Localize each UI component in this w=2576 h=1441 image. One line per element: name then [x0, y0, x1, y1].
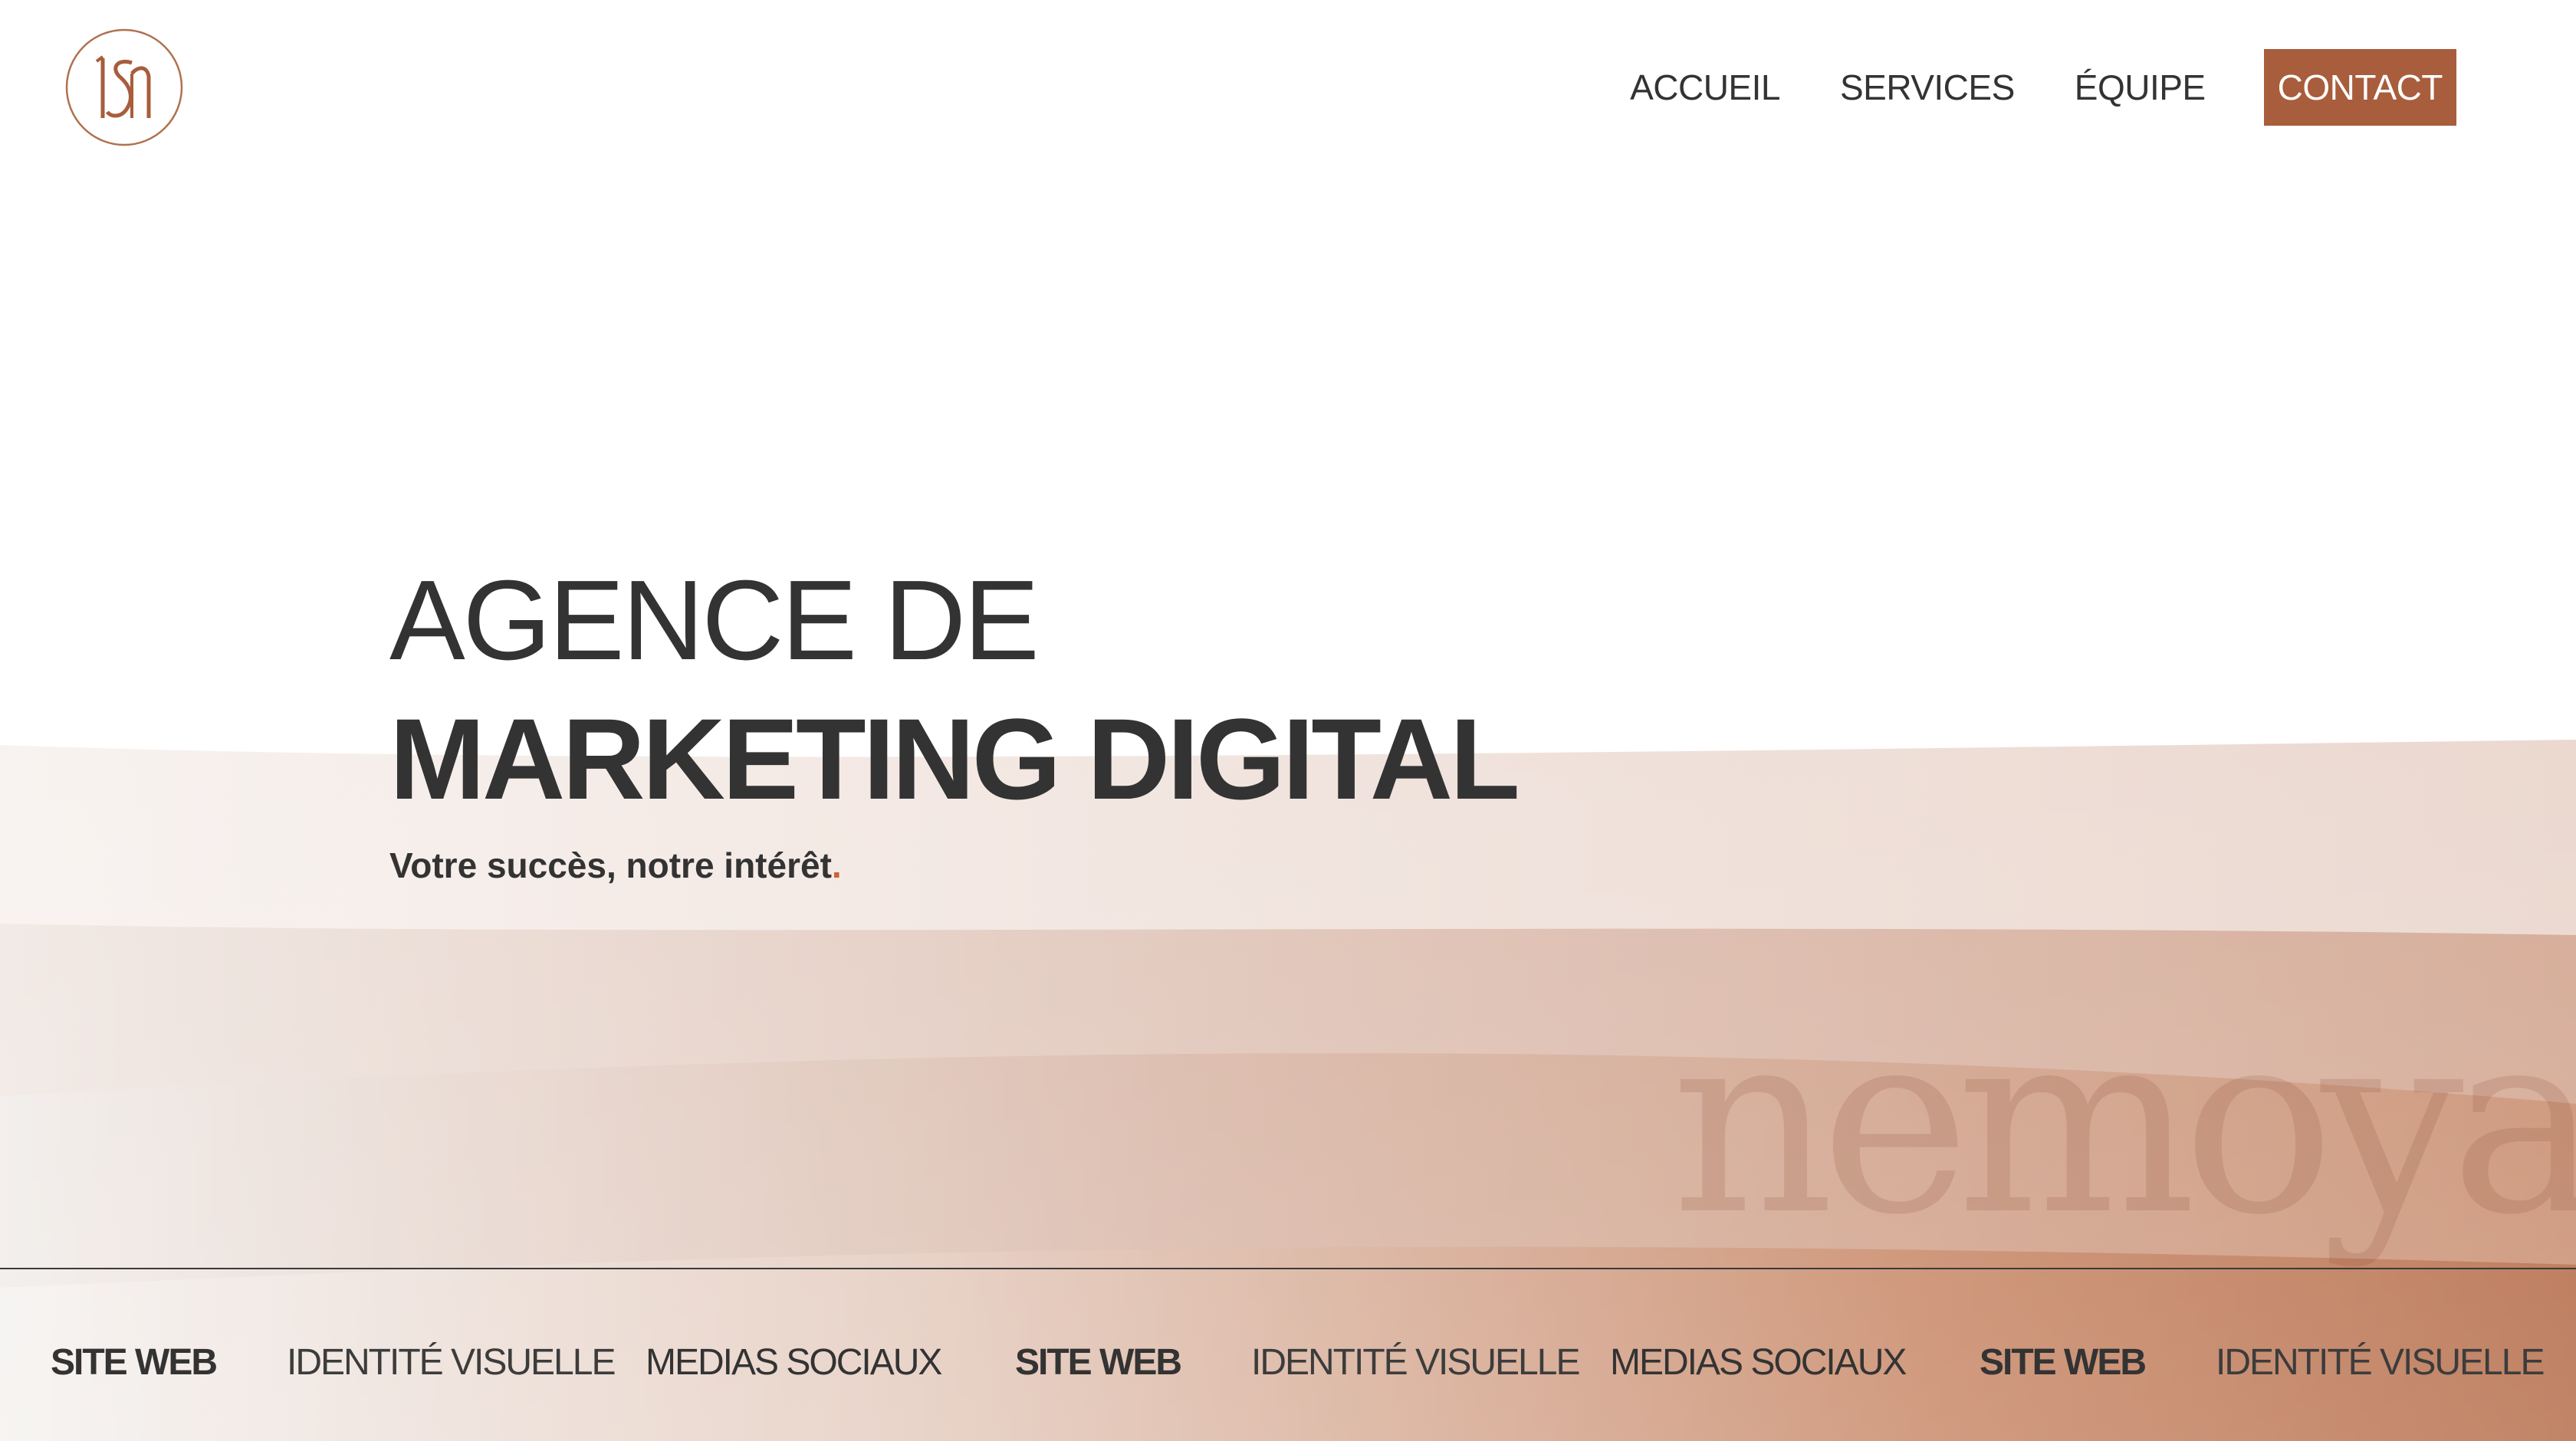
contact-button[interactable]: CONTACT: [2263, 49, 2456, 126]
marquee-divider: [0, 1268, 2576, 1269]
marquee-item: SITE WEB: [51, 1342, 218, 1383]
brand-logo[interactable]: [64, 28, 184, 147]
hero-title-line2: MARKETING DIGITAL: [389, 694, 1520, 823]
services-marquee: SITE WEB IDENTITÉ VISUELLE MEDIAS SOCIAU…: [0, 1318, 2576, 1410]
tagline-text: Votre succès, notre intérêt: [389, 845, 832, 885]
marquee-item: MEDIAS SOCIAUX: [646, 1342, 942, 1383]
marquee-item: MEDIAS SOCIAUX: [1610, 1342, 1907, 1383]
hero-section: AGENCE DE MARKETING DIGITAL Votre succès…: [389, 557, 1520, 886]
nav-services[interactable]: SERVICES: [1840, 49, 2015, 126]
brand-watermark: nemoya.: [1671, 976, 2576, 1270]
nav-equipe[interactable]: ÉQUIPE: [2075, 49, 2206, 126]
logo-mark-icon: [65, 28, 183, 146]
marquee-item: SITE WEB: [1015, 1342, 1182, 1383]
marquee-item: IDENTITÉ VISUELLE: [2216, 1342, 2545, 1383]
hero-title-line1: AGENCE DE: [389, 557, 1040, 684]
main-nav: ACCUEIL SERVICES ÉQUIPE CONTACT: [1570, 49, 2456, 126]
nav-accueil[interactable]: ACCUEIL: [1630, 49, 1780, 126]
tagline-dot: .: [831, 845, 842, 885]
marquee-item: IDENTITÉ VISUELLE: [287, 1342, 616, 1383]
hero-tagline: Votre succès, notre intérêt.: [389, 845, 1517, 886]
marquee-item: SITE WEB: [1980, 1342, 2147, 1383]
marquee-item: IDENTITÉ VISUELLE: [1251, 1342, 1580, 1383]
